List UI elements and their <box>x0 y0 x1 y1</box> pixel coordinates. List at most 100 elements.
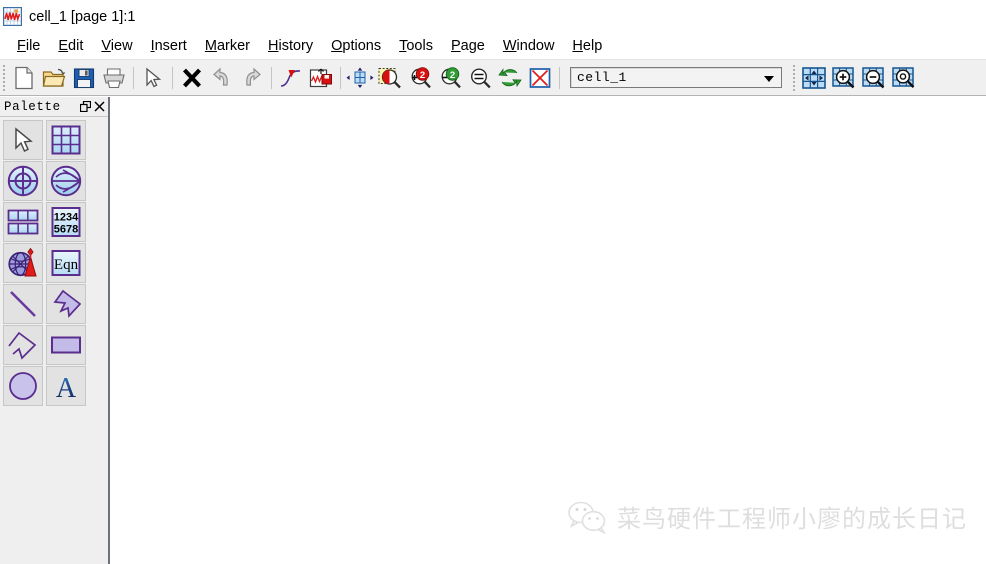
diagonal-line-icon <box>10 291 36 317</box>
zoom-out-2x-button[interactable]: 2 <box>435 63 465 93</box>
palette-tool-grid: 1234 5678 Eqn A <box>0 117 108 406</box>
close-icon <box>93 101 105 112</box>
curve-arrow-icon <box>280 69 301 87</box>
chevron-down-icon[interactable] <box>764 76 774 82</box>
filled-polygon-icon <box>53 289 82 318</box>
title-bar: cell_1 [page 1]:1 <box>0 0 986 33</box>
menu-help[interactable]: Help <box>563 37 611 55</box>
undo-button[interactable] <box>207 63 237 93</box>
pan-grid-arrows-icon <box>346 67 374 88</box>
svg-text:A: A <box>56 373 77 401</box>
menu-window[interactable]: Window <box>494 37 564 55</box>
svg-text:2: 2 <box>420 70 425 81</box>
grid-zoom-in-icon <box>832 66 855 88</box>
palette-tool-circle[interactable] <box>3 366 43 406</box>
wechat-logo-icon <box>567 500 607 534</box>
cursor-arrow-icon <box>146 67 162 87</box>
circle-icon <box>9 372 37 400</box>
toolbar-file-group <box>9 60 129 95</box>
grid-pan-button[interactable] <box>799 63 829 93</box>
save-button[interactable] <box>69 63 99 93</box>
grid-zoom-in-button[interactable] <box>829 63 859 93</box>
grid-zoom-fit-icon <box>892 66 915 88</box>
grid-pan-icon <box>802 66 826 89</box>
redo-button[interactable] <box>237 63 267 93</box>
menu-view[interactable]: View <box>92 37 141 55</box>
svg-text:Eqn: Eqn <box>54 257 79 273</box>
palette-tool-line[interactable] <box>3 284 43 324</box>
palette-tool-numbers[interactable]: 1234 5678 <box>46 202 86 242</box>
menu-insert[interactable]: Insert <box>142 37 196 55</box>
svg-text:1234: 1234 <box>54 212 79 224</box>
toolbar-grid-nav-group <box>799 60 919 95</box>
watermark-text: 菜鸟硬件工程师小廖的成长日记 <box>617 505 967 533</box>
palette-tool-text[interactable]: A <box>46 366 86 406</box>
menu-page[interactable]: Page <box>442 37 494 55</box>
palette-tool-grid-cell[interactable] <box>46 120 86 160</box>
menu-file-label: ile <box>25 38 41 54</box>
palette-tool-equation[interactable]: Eqn <box>46 243 86 283</box>
drawing-canvas[interactable]: 菜鸟硬件工程师小廖的成长日记 <box>110 97 986 564</box>
floppy-disk-icon <box>73 67 95 88</box>
refresh-button[interactable] <box>495 63 525 93</box>
save-waveform-button[interactable] <box>306 63 336 93</box>
letter-a-text-icon: A <box>56 373 77 401</box>
open-file-button[interactable] <box>39 63 69 93</box>
palette-panel: Palette 1234 5678 Eqn A <box>0 97 110 564</box>
magnifier-fit-icon <box>470 67 491 88</box>
toolbar-separator-1 <box>133 66 134 89</box>
black-x-icon <box>182 68 202 87</box>
grid-zoom-out-icon <box>862 66 885 88</box>
zoom-region-button[interactable] <box>375 63 405 93</box>
open-polyline-icon <box>8 331 37 360</box>
palette-tool-table[interactable] <box>3 202 43 242</box>
stop-button[interactable] <box>525 63 555 93</box>
zoom-region-icon <box>378 67 401 88</box>
plot-curve-button[interactable] <box>276 63 306 93</box>
toolbar-gripper-1[interactable] <box>0 62 9 93</box>
toolbar-separator-2 <box>172 66 173 89</box>
zoom-fit-button[interactable] <box>465 63 495 93</box>
svg-text:2: 2 <box>450 70 455 81</box>
select-pointer-button[interactable] <box>138 63 168 93</box>
palette-tool-polyline[interactable] <box>3 325 43 365</box>
grid-zoom-fit-button[interactable] <box>889 63 919 93</box>
palette-tool-crosshair[interactable] <box>3 161 43 201</box>
menu-tools[interactable]: Tools <box>390 37 442 55</box>
palette-title: Palette <box>4 99 61 114</box>
toolbar-gripper-2[interactable] <box>790 62 799 93</box>
menu-history[interactable]: History <box>259 37 322 55</box>
menu-file[interactable]: File <box>8 37 49 55</box>
toolbar-signal-group <box>276 60 336 95</box>
wechat-watermark: 菜鸟硬件工程师小廖的成长日记 <box>567 499 967 534</box>
grid-zoom-out-button[interactable] <box>859 63 889 93</box>
toolbar-edit-group <box>177 60 267 95</box>
waveform-save-icon <box>309 68 332 87</box>
palette-close-button[interactable] <box>92 100 106 114</box>
menu-edit[interactable]: Edit <box>49 37 92 55</box>
window-title: cell_1 [page 1]:1 <box>29 8 136 25</box>
toolbar-select-group <box>138 60 168 95</box>
palette-tool-rectangle[interactable] <box>46 325 86 365</box>
print-button[interactable] <box>99 63 129 93</box>
menu-bar: File Edit View Insert Marker History Opt… <box>0 33 986 59</box>
palette-undock-button[interactable] <box>78 100 92 114</box>
delete-button[interactable] <box>177 63 207 93</box>
palette-tool-antenna[interactable] <box>3 243 43 283</box>
toolbar-separator-3 <box>271 66 272 89</box>
grid-table-icon <box>51 125 81 155</box>
cell-selector-combobox[interactable]: cell_1 <box>570 67 782 88</box>
main-toolbar: 2 2 cell_1 <box>0 59 986 96</box>
rectangle-icon <box>51 336 81 354</box>
palette-tool-smith[interactable] <box>46 161 86 201</box>
zoom-in-2x-button[interactable]: 2 <box>405 63 435 93</box>
equation-icon: Eqn <box>51 250 81 276</box>
pan-button[interactable] <box>345 63 375 93</box>
red-x-box-icon <box>529 67 551 88</box>
undock-icon <box>79 101 91 112</box>
menu-marker[interactable]: Marker <box>196 37 259 55</box>
palette-tool-select[interactable] <box>3 120 43 160</box>
new-document-button[interactable] <box>9 63 39 93</box>
palette-tool-polygon[interactable] <box>46 284 86 324</box>
menu-options[interactable]: Options <box>322 37 390 55</box>
